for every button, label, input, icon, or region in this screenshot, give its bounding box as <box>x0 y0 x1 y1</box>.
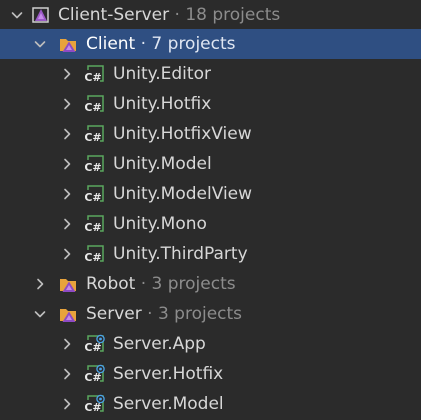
chevron-right-icon[interactable] <box>60 239 74 269</box>
project-name: Unity.Mono <box>113 214 207 234</box>
tree-item-label: Client · 7 projects <box>86 29 236 59</box>
solution-explorer-tree: Client-Server · 18 projects Client · 7 p… <box>0 0 421 420</box>
tree-row-robot-folder[interactable]: Robot · 3 projects <box>0 269 421 299</box>
tree-row-project[interactable]: Unity.ModelView <box>0 179 421 209</box>
tree-row-client-folder[interactable]: Client · 7 projects <box>0 29 421 59</box>
csharp-dotnet-project-icon <box>85 394 105 414</box>
chevron-right-icon[interactable] <box>60 179 74 209</box>
tree-item-label: Robot · 3 projects <box>86 269 236 299</box>
project-name: Unity.Model <box>113 154 212 174</box>
solution-folder-icon <box>58 304 78 324</box>
project-count: · 7 projects <box>135 34 236 54</box>
chevron-right-icon[interactable] <box>60 119 74 149</box>
project-name: Server.Hotfix <box>113 364 224 384</box>
tree-row-server-folder[interactable]: Server · 3 projects <box>0 299 421 329</box>
csharp-dotnet-project-icon <box>85 334 105 354</box>
tree-item-label: Server · 3 projects <box>86 299 242 329</box>
chevron-down-icon[interactable] <box>10 0 24 30</box>
tree-row-project[interactable]: Unity.HotfixView <box>0 119 421 149</box>
project-count: · 18 projects <box>169 5 281 25</box>
chevron-right-icon[interactable] <box>33 269 47 299</box>
chevron-down-icon[interactable] <box>33 299 47 329</box>
project-name: Server.Model <box>113 394 224 414</box>
project-name: Unity.Editor <box>113 64 211 84</box>
tree-row-project[interactable]: Unity.ThirdParty <box>0 239 421 269</box>
csharp-project-icon <box>85 124 105 144</box>
project-name: Unity.ThirdParty <box>113 244 248 264</box>
csharp-project-icon <box>85 184 105 204</box>
folder-name: Robot <box>86 274 136 294</box>
solution-name: Client-Server <box>58 5 170 25</box>
solution-icon <box>31 5 51 25</box>
tree-row-project[interactable]: Server.Model <box>0 389 421 419</box>
csharp-project-icon <box>85 64 105 84</box>
chevron-right-icon[interactable] <box>60 59 74 89</box>
chevron-right-icon[interactable] <box>60 359 74 389</box>
csharp-dotnet-project-icon <box>85 364 105 384</box>
tree-row-project[interactable]: Unity.Model <box>0 149 421 179</box>
tree-row-project[interactable]: Unity.Hotfix <box>0 89 421 119</box>
chevron-right-icon[interactable] <box>60 149 74 179</box>
project-name: Unity.Hotfix <box>113 94 212 114</box>
tree-item-label: Client-Server · 18 projects <box>58 0 280 30</box>
folder-name: Client <box>86 34 136 54</box>
solution-folder-icon <box>58 34 78 54</box>
tree-row-solution[interactable]: Client-Server · 18 projects <box>0 0 421 30</box>
csharp-project-icon <box>85 214 105 234</box>
project-count: · 3 projects <box>135 274 236 294</box>
project-name: Unity.ModelView <box>113 184 253 204</box>
project-count: · 3 projects <box>141 304 243 324</box>
folder-name: Server <box>86 304 142 324</box>
chevron-down-icon[interactable] <box>33 29 47 59</box>
chevron-right-icon[interactable] <box>60 389 74 419</box>
tree-row-project[interactable]: Server.Hotfix <box>0 359 421 389</box>
chevron-right-icon[interactable] <box>60 89 74 119</box>
project-name: Unity.HotfixView <box>113 124 252 144</box>
chevron-right-icon[interactable] <box>60 329 74 359</box>
chevron-right-icon[interactable] <box>60 209 74 239</box>
project-name: Server.App <box>113 334 206 354</box>
csharp-project-icon <box>85 244 105 264</box>
tree-row-project[interactable]: Unity.Editor <box>0 59 421 89</box>
csharp-project-icon <box>85 94 105 114</box>
csharp-project-icon <box>85 154 105 174</box>
solution-folder-icon <box>58 274 78 294</box>
tree-row-project[interactable]: Server.App <box>0 329 421 359</box>
tree-row-project[interactable]: Unity.Mono <box>0 209 421 239</box>
